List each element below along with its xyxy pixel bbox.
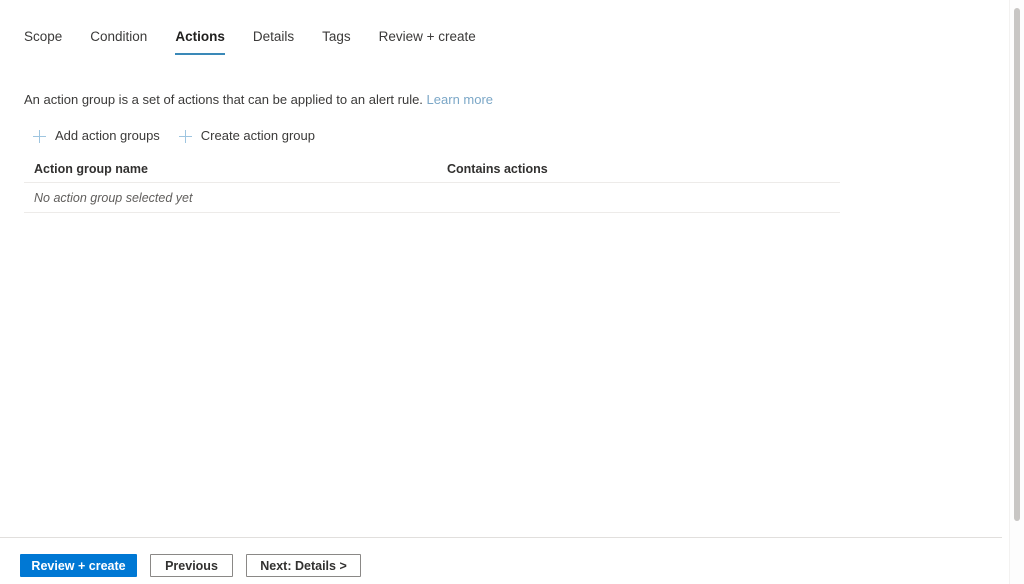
add-action-groups-button[interactable]: Add action groups (33, 127, 160, 145)
learn-more-link[interactable]: Learn more (427, 92, 493, 107)
action-group-commandbar: Add action groups Create action group (33, 127, 315, 145)
vertical-scrollbar[interactable] (1009, 0, 1024, 584)
scrollbar-thumb[interactable] (1014, 8, 1020, 521)
tab-review-create-label: Review + create (378, 29, 476, 44)
tab-details-label: Details (252, 29, 295, 44)
table-row: No action group selected yet (24, 183, 840, 213)
tab-tags-label: Tags (322, 29, 351, 44)
description-text: An action group is a set of actions that… (24, 91, 493, 109)
create-action-group-button[interactable]: Create action group (178, 127, 315, 145)
tab-tags[interactable]: Tags (308, 28, 365, 55)
footer-divider (0, 537, 1002, 538)
tab-review-create[interactable]: Review + create (365, 28, 490, 55)
next-details-button[interactable]: Next: Details > (246, 554, 361, 577)
tab-condition[interactable]: Condition (76, 28, 161, 55)
column-header-contains-actions: Contains actions (447, 162, 548, 176)
description-sentence: An action group is a set of actions that… (24, 92, 423, 107)
empty-state-message: No action group selected yet (34, 190, 193, 205)
wizard-tabstrip: Scope Condition Actions Details Tags Rev… (24, 28, 490, 55)
tab-actions-label: Actions (175, 29, 225, 44)
add-action-groups-label: Add action groups (55, 128, 160, 143)
table-header-row: Action group name Contains actions (24, 156, 840, 183)
create-action-group-label: Create action group (200, 128, 315, 143)
action-groups-table: Action group name Contains actions No ac… (24, 156, 840, 213)
plus-icon (33, 129, 46, 143)
tab-condition-label: Condition (90, 29, 148, 44)
plus-icon (178, 129, 192, 143)
tab-scope-label: Scope (24, 29, 63, 44)
column-header-action-group-name: Action group name (34, 162, 148, 176)
tab-details[interactable]: Details (239, 28, 308, 55)
tab-actions[interactable]: Actions (161, 28, 239, 55)
previous-button[interactable]: Previous (150, 554, 233, 577)
review-create-button[interactable]: Review + create (20, 554, 137, 577)
tab-scope[interactable]: Scope (24, 28, 76, 55)
alert-rule-wizard-page: Scope Condition Actions Details Tags Rev… (0, 0, 1002, 584)
wizard-footer: Review + create Previous Next: Details > (20, 554, 361, 577)
